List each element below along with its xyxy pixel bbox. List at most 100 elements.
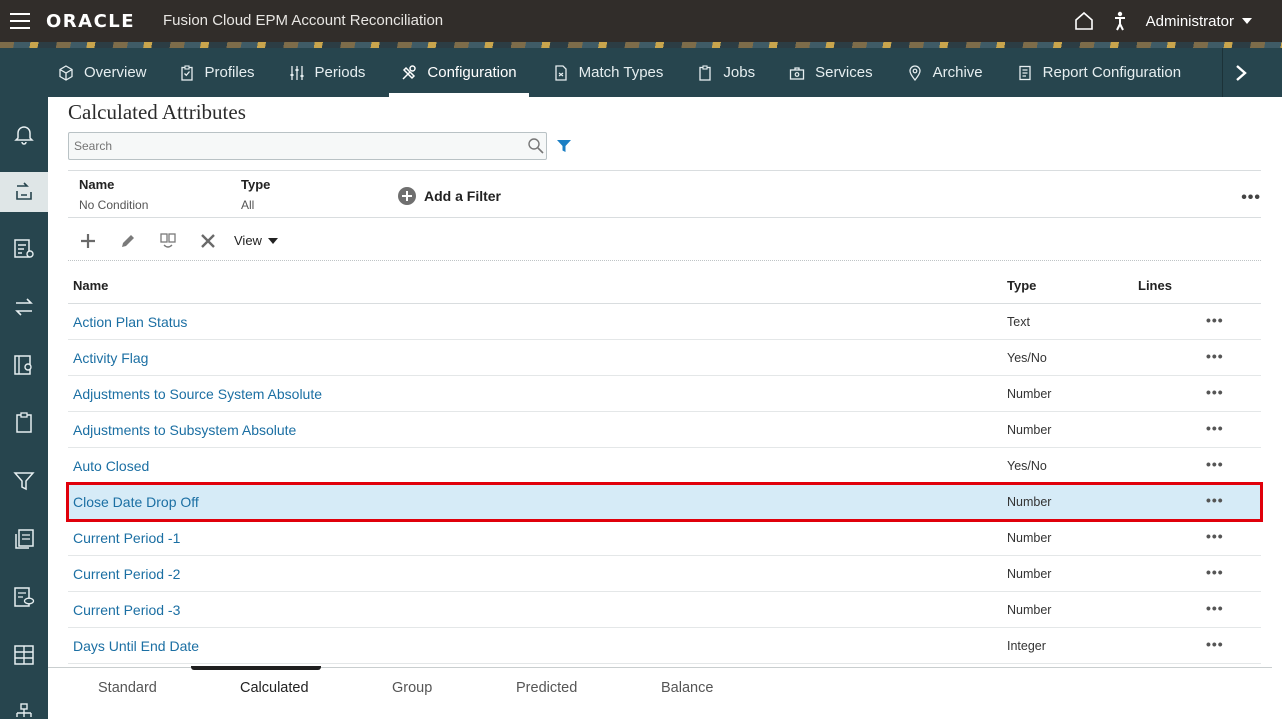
- column-header-lines[interactable]: Lines: [1138, 278, 1172, 293]
- sidebar-reports[interactable]: [0, 345, 48, 385]
- view-menu[interactable]: View: [234, 233, 278, 248]
- tab-archive[interactable]: Archive: [897, 48, 993, 97]
- tab-periods[interactable]: Periods: [279, 48, 376, 97]
- tab-jobs[interactable]: Jobs: [687, 48, 765, 97]
- nav-scroll-next-button[interactable]: [1222, 48, 1258, 97]
- search-input[interactable]: [69, 133, 509, 159]
- tab-profiles[interactable]: Profiles: [169, 48, 265, 97]
- chevron-down-icon: [267, 237, 278, 244]
- row-actions-icon[interactable]: •••: [1206, 348, 1230, 364]
- delete-button[interactable]: [188, 224, 228, 258]
- column-header-name[interactable]: Name: [73, 278, 108, 293]
- row-name-link[interactable]: Adjustments to Subsystem Absolute: [73, 422, 296, 438]
- table-row[interactable]: Action Plan Status Text •••: [68, 304, 1261, 340]
- row-name-link[interactable]: Adjustments to Source System Absolute: [73, 386, 322, 402]
- bell-icon: [14, 126, 34, 145]
- filter-icon[interactable]: [556, 138, 572, 154]
- table-row[interactable]: Days Until End Date Integer •••: [68, 628, 1261, 664]
- sidebar-documents[interactable]: [0, 519, 48, 559]
- row-name-link[interactable]: Auto Closed: [73, 458, 149, 474]
- close-icon: [201, 233, 215, 248]
- row-actions-icon[interactable]: •••: [1206, 564, 1230, 580]
- row-name-link[interactable]: Action Plan Status: [73, 314, 187, 330]
- edit-button[interactable]: [108, 224, 148, 258]
- tab-group[interactable]: Group: [392, 680, 432, 696]
- search-box[interactable]: [68, 132, 547, 160]
- view-menu-label: View: [234, 233, 262, 248]
- pencil-icon: [122, 234, 134, 247]
- chevron-down-icon: [1242, 18, 1252, 24]
- sidebar-dashboard[interactable]: [0, 635, 48, 675]
- user-name: Administrator: [1145, 12, 1234, 30]
- tab-calculated[interactable]: Calculated: [240, 680, 309, 696]
- row-actions-icon[interactable]: •••: [1206, 492, 1230, 508]
- add-button[interactable]: [68, 224, 108, 258]
- table-row[interactable]: Current Period -3 Number •••: [68, 592, 1261, 628]
- row-actions-icon[interactable]: •••: [1206, 456, 1230, 472]
- user-menu[interactable]: Administrator: [1146, 13, 1252, 30]
- row-name-link[interactable]: Days Until End Date: [73, 638, 199, 654]
- table-row-selected[interactable]: Close Date Drop Off Number •••: [66, 482, 1263, 522]
- name-filter-value: No Condition: [79, 198, 149, 212]
- row-type: Number: [1007, 387, 1052, 401]
- sliders-icon: [290, 65, 304, 80]
- tab-report-configuration[interactable]: Report Configuration: [1007, 48, 1191, 97]
- row-actions-icon[interactable]: •••: [1206, 600, 1230, 616]
- row-type: Yes/No: [1007, 459, 1047, 473]
- row-name-link[interactable]: Current Period -1: [73, 530, 180, 546]
- row-type: Number: [1007, 423, 1052, 437]
- tab-standard[interactable]: Standard: [98, 680, 157, 696]
- sidebar-list-settings[interactable]: [0, 229, 48, 269]
- duplicate-button[interactable]: [148, 224, 188, 258]
- column-header-type[interactable]: Type: [1007, 278, 1036, 293]
- grid-icon: [14, 645, 34, 665]
- home-icon[interactable]: [1074, 11, 1094, 31]
- reconcile-icon: [16, 182, 32, 200]
- table-row[interactable]: Activity Flag Yes/No •••: [68, 340, 1261, 376]
- row-actions-icon[interactable]: •••: [1206, 312, 1230, 328]
- type-filter-value: All: [241, 198, 255, 212]
- row-name-link[interactable]: Current Period -3: [73, 602, 180, 618]
- sidebar-clipboard[interactable]: [0, 403, 48, 443]
- sidebar-review[interactable]: [0, 577, 48, 617]
- row-type: Integer: [1007, 639, 1046, 653]
- table-row[interactable]: Current Period -2 Number •••: [68, 556, 1261, 592]
- row-name-link[interactable]: Close Date Drop Off: [73, 494, 199, 510]
- table-row[interactable]: Adjustments to Source System Absolute Nu…: [68, 376, 1261, 412]
- row-name-link[interactable]: Current Period -2: [73, 566, 180, 582]
- add-filter-button[interactable]: Add a Filter: [398, 187, 501, 205]
- duplicate-icon: [160, 232, 176, 248]
- row-actions-icon[interactable]: •••: [1206, 528, 1230, 544]
- row-name-link[interactable]: Activity Flag: [73, 350, 148, 366]
- hamburger-menu-icon[interactable]: [10, 13, 30, 29]
- row-type: Yes/No: [1007, 351, 1047, 365]
- oracle-logo: ORACLE: [46, 11, 136, 32]
- sidebar-reconciliations[interactable]: [0, 172, 48, 212]
- more-options-icon[interactable]: •••: [1241, 189, 1261, 207]
- main-navigation: Overview Profiles Periods Configuration …: [0, 48, 1282, 97]
- row-actions-icon[interactable]: •••: [1206, 420, 1230, 436]
- hierarchy-icon: [16, 703, 32, 717]
- name-filter[interactable]: Name No Condition: [79, 177, 148, 212]
- sidebar-filters[interactable]: [0, 461, 48, 501]
- tab-balance[interactable]: Balance: [661, 680, 713, 696]
- row-type: Number: [1007, 567, 1052, 581]
- tab-match-types[interactable]: Match Types: [543, 48, 674, 97]
- row-actions-icon[interactable]: •••: [1206, 636, 1230, 652]
- table-row[interactable]: Auto Closed Yes/No •••: [68, 448, 1261, 484]
- row-actions-icon[interactable]: •••: [1206, 384, 1230, 400]
- cube-icon: [59, 64, 73, 81]
- sidebar-transactions[interactable]: [0, 287, 48, 327]
- search-icon[interactable]: [526, 136, 546, 156]
- tab-predicted[interactable]: Predicted: [516, 680, 577, 696]
- table-row[interactable]: Adjustments to Subsystem Absolute Number…: [68, 412, 1261, 448]
- tab-services[interactable]: Services: [779, 48, 883, 97]
- sidebar-hierarchy[interactable]: [0, 693, 48, 719]
- tab-overview[interactable]: Overview: [48, 48, 157, 97]
- type-filter[interactable]: Type All: [241, 177, 270, 212]
- table-header: Name Type Lines: [68, 271, 1261, 304]
- sidebar-notifications[interactable]: [0, 114, 48, 154]
- tab-configuration[interactable]: Configuration: [389, 48, 529, 97]
- table-row[interactable]: Current Period -1 Number •••: [68, 520, 1261, 556]
- accessibility-icon[interactable]: [1112, 11, 1128, 31]
